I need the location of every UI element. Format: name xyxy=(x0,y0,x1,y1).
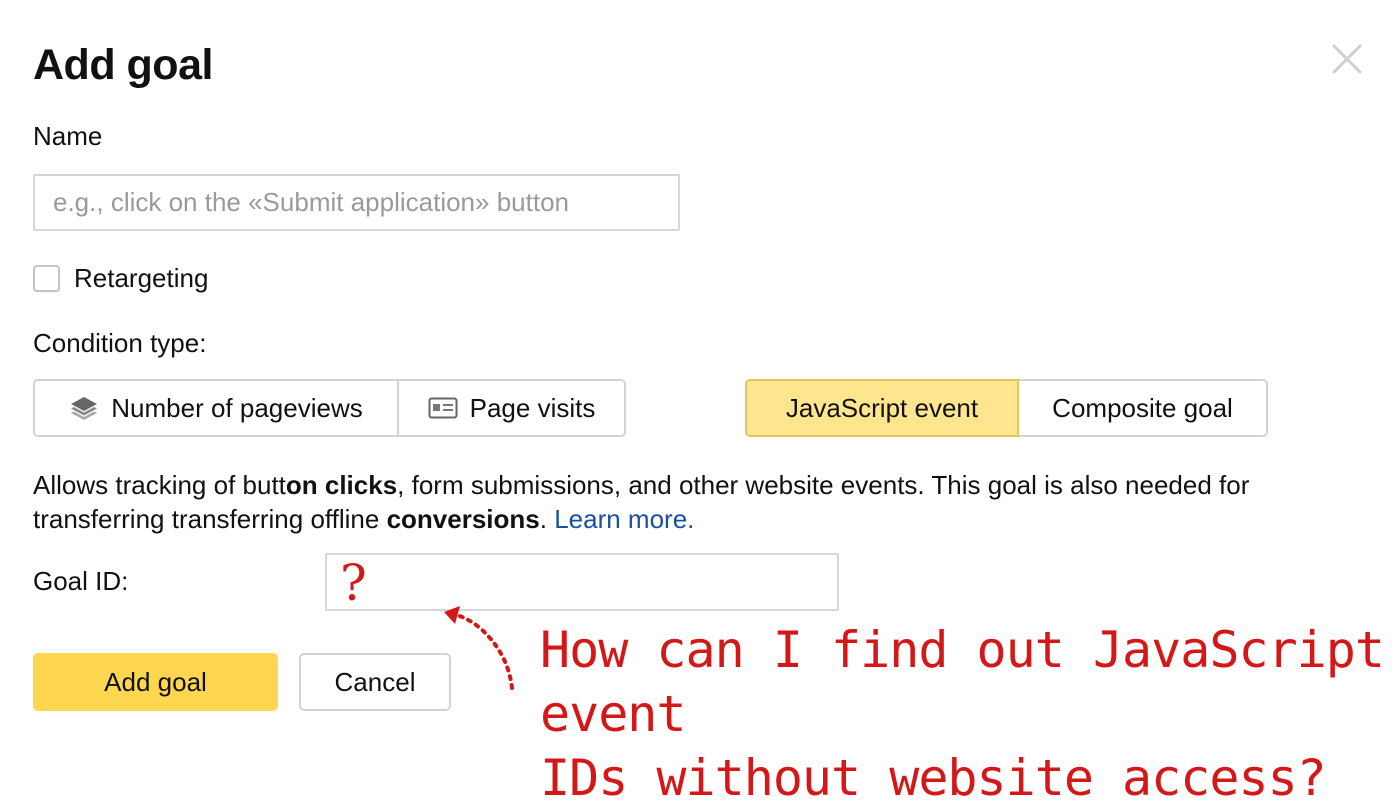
learn-more-link[interactable]: Learn more. xyxy=(554,504,694,534)
description-bold: on clicks xyxy=(285,470,398,500)
condition-option-label: Number of pageviews xyxy=(111,392,363,423)
annotation-text: How can I find out JavaScript event IDs w… xyxy=(540,618,1390,810)
retargeting-label: Retargeting xyxy=(74,263,209,293)
cancel-button[interactable]: Cancel xyxy=(299,653,451,711)
condition-type-group-right: JavaScript event Composite goal xyxy=(745,379,1268,437)
close-button[interactable] xyxy=(1328,40,1366,78)
add-goal-button[interactable]: Add goal xyxy=(33,653,278,711)
layers-icon xyxy=(69,393,99,423)
close-icon xyxy=(1332,44,1362,74)
add-goal-dialog: Add goal Name Retargeting Condition type… xyxy=(0,0,1400,807)
condition-option-composite-goal[interactable]: Composite goal xyxy=(1019,379,1268,437)
annotation-line-2: IDs without website access? xyxy=(540,749,1327,807)
goal-id-label: Goal ID: xyxy=(33,566,129,596)
condition-option-label: Composite goal xyxy=(1052,392,1233,423)
description-text: Allows tracking of butt xyxy=(33,470,286,500)
name-input[interactable] xyxy=(33,174,680,231)
description-text: . xyxy=(539,504,555,534)
retargeting-checkbox-row[interactable]: Retargeting xyxy=(33,262,208,294)
condition-option-label: Page visits xyxy=(469,392,596,423)
condition-option-label: JavaScript event xyxy=(785,392,979,423)
condition-option-pageviews[interactable]: Number of pageviews xyxy=(33,379,399,437)
name-label: Name xyxy=(33,121,103,151)
dialog-title: Add goal xyxy=(33,41,213,89)
id-card-icon xyxy=(428,396,458,420)
annotation-line-1: How can I find out JavaScript event xyxy=(540,621,1385,743)
condition-type-label: Condition type: xyxy=(33,328,207,358)
condition-option-javascript-event[interactable]: JavaScript event xyxy=(745,379,1019,437)
goal-id-input[interactable] xyxy=(325,553,839,611)
condition-option-page-visits[interactable]: Page visits xyxy=(399,379,626,437)
condition-description: Allows tracking of button clicks, form s… xyxy=(33,468,1353,536)
condition-type-group-left: Number of pageviews Page visits xyxy=(33,379,626,437)
description-bold: conversions xyxy=(386,504,540,534)
retargeting-checkbox[interactable] xyxy=(33,264,60,292)
